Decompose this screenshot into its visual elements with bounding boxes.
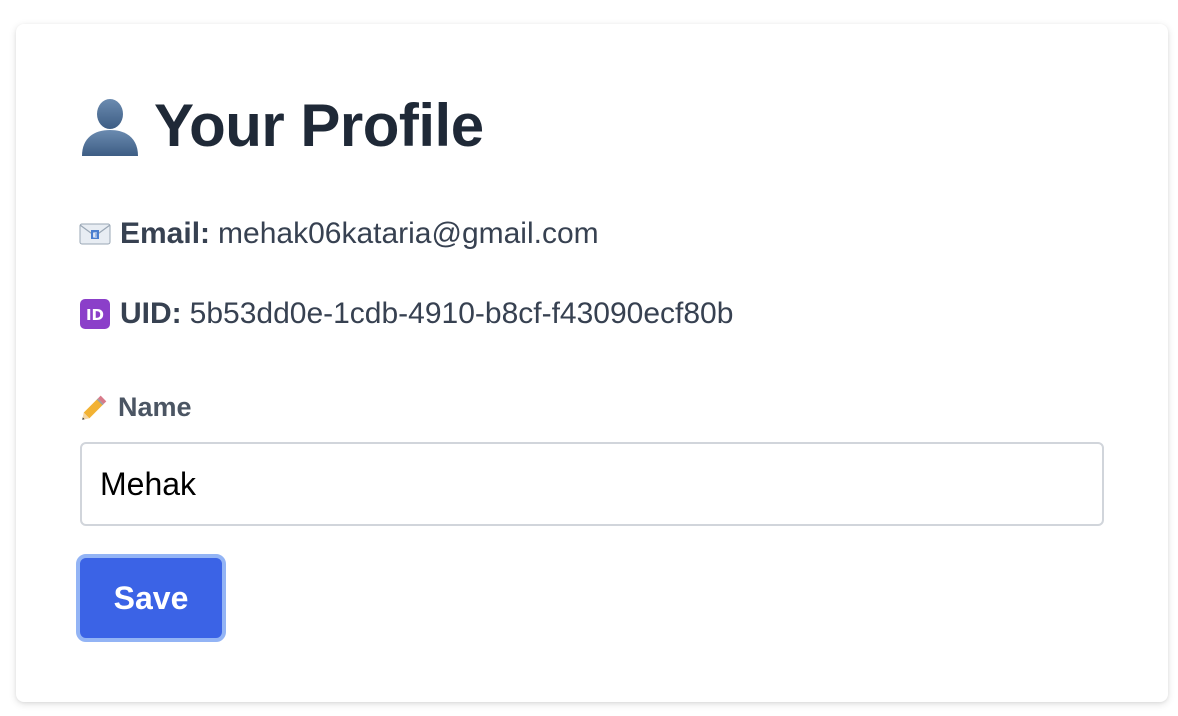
save-button[interactable]: Save (76, 554, 226, 642)
page-title-text: Your Profile (154, 92, 484, 159)
profile-card: Your Profile E Email: mehak06kataria@gma… (16, 24, 1168, 702)
email-label: Email: (120, 217, 211, 250)
name-label-text: Name (118, 392, 192, 422)
name-field-label: Name (78, 390, 192, 424)
svg-text:ID: ID (86, 306, 104, 324)
uid-value: 5b53dd0e-1cdb-4910-b8cf-f43090ecf80b (189, 297, 734, 330)
uid-label: UID: (120, 297, 182, 330)
svg-text:E: E (93, 232, 98, 240)
envelope-icon: E (78, 217, 112, 251)
uid-row: ID UID: 5b53dd0e-1cdb-4910-b8cf-f43090ec… (78, 296, 733, 332)
email-row: E Email: mehak06kataria@gmail.com (78, 216, 599, 252)
name-input[interactable] (80, 442, 1104, 526)
id-badge-icon: ID (78, 297, 112, 331)
pencil-icon (78, 390, 112, 424)
user-silhouette-icon (78, 94, 142, 158)
email-value: mehak06kataria@gmail.com (218, 217, 599, 250)
page-title: Your Profile (78, 90, 484, 162)
